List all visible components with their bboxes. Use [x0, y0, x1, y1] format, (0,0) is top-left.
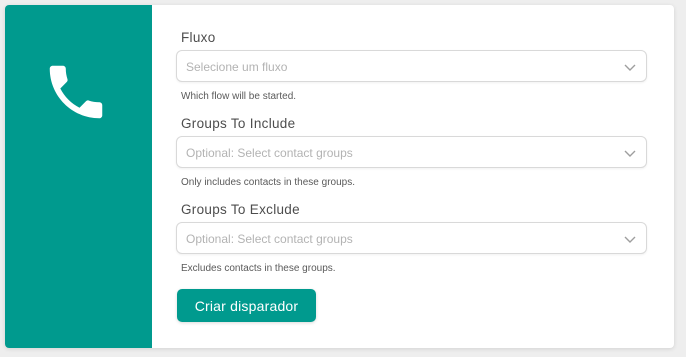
flow-help: Which flow will be started. [181, 91, 297, 102]
exclude-groups-select[interactable]: Optional: Select contact groups [176, 222, 647, 254]
include-groups-select[interactable]: Optional: Select contact groups [176, 136, 647, 168]
include-groups-placeholder: Optional: Select contact groups [186, 146, 353, 160]
icon-panel [5, 5, 152, 348]
phone-icon [49, 65, 103, 119]
chevron-down-icon [624, 150, 636, 157]
flow-select-placeholder: Selecione um fluxo [186, 60, 288, 74]
chevron-down-icon [624, 236, 636, 243]
include-groups-help: Only includes contacts in these groups. [181, 177, 355, 188]
include-groups-label: Groups To Include [181, 116, 296, 131]
chevron-down-icon [624, 64, 636, 71]
flow-select[interactable]: Selecione um fluxo [176, 50, 647, 82]
create-trigger-button[interactable]: Criar disparador [177, 289, 316, 322]
flow-label: Fluxo [181, 30, 216, 45]
exclude-groups-label: Groups To Exclude [181, 202, 300, 217]
exclude-groups-help: Excludes contacts in these groups. [181, 263, 336, 274]
trigger-card: Fluxo Selecione um fluxo Which flow will… [5, 5, 674, 348]
exclude-groups-placeholder: Optional: Select contact groups [186, 232, 353, 246]
